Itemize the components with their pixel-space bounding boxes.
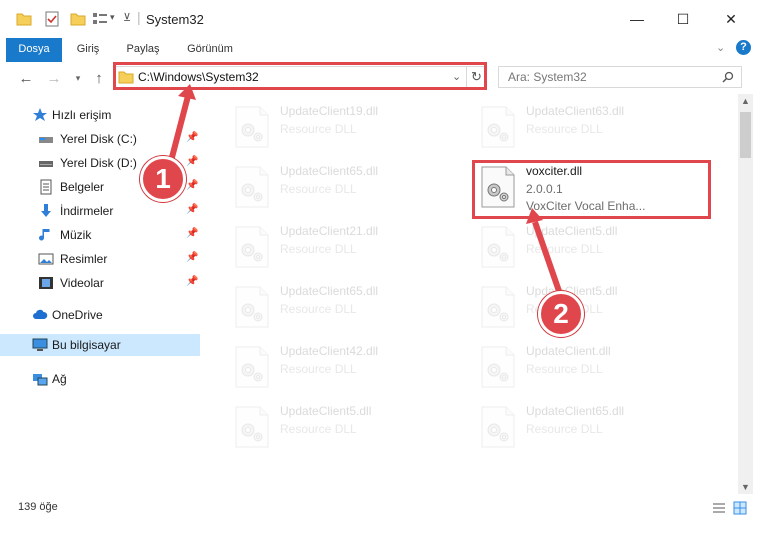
step-2-badge: 2: [538, 291, 584, 337]
annotation-arrows: [167, 84, 563, 295]
step-1-badge: 1: [140, 156, 186, 202]
